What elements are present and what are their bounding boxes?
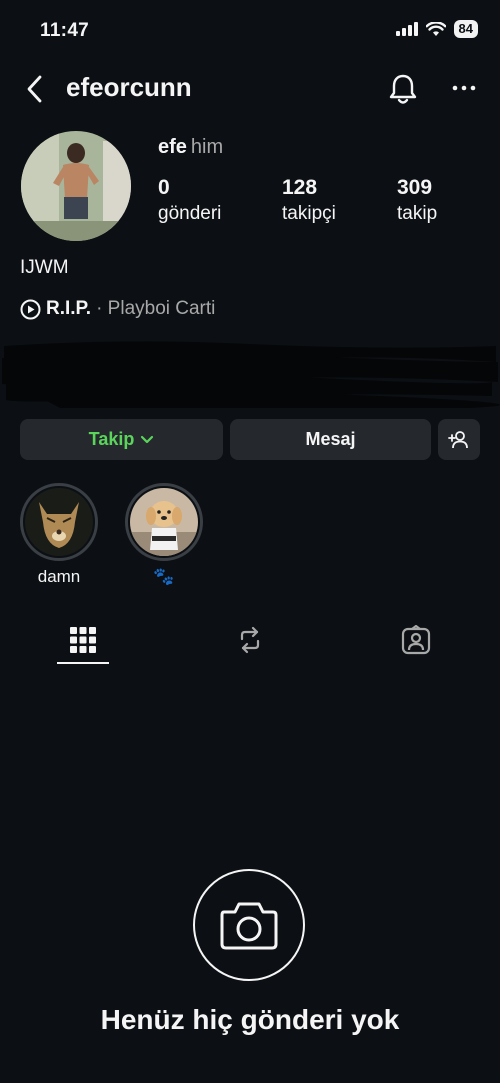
chevron-left-icon[interactable]: [22, 74, 52, 104]
tab-tagged[interactable]: [396, 620, 436, 660]
follow-label: Takip: [88, 429, 135, 449]
music-song: R.I.P.: [46, 298, 92, 319]
more-horizontal-icon[interactable]: [450, 78, 478, 98]
profile-music[interactable]: R.I.P. · Playboi Carti: [20, 298, 215, 320]
stat-posts-label: gönderi: [158, 203, 222, 224]
profile-name: efe: [158, 136, 187, 158]
message-button[interactable]: Mesaj: [230, 419, 431, 460]
highlight-label: 🐾: [153, 567, 175, 586]
profile-pronouns: him: [190, 136, 224, 158]
status-time: 11:47: [40, 20, 90, 41]
battery-indicator: 84: [453, 20, 478, 38]
stat-posts-value: 0: [158, 176, 170, 199]
message-label: Mesaj: [305, 429, 356, 449]
profile-username: efeorcunn: [66, 72, 192, 102]
highlight-item[interactable]: damn: [17, 483, 101, 587]
grid-icon: [70, 627, 96, 653]
profile-avatar[interactable]: [21, 131, 131, 241]
redaction-scribble: [2, 341, 500, 408]
stat-followers-label: takipçi: [282, 203, 336, 224]
tab-grid[interactable]: [63, 620, 103, 660]
status-icons: 84: [395, 20, 478, 38]
bell-icon[interactable]: [387, 72, 419, 106]
reels-repost-icon: [240, 626, 260, 654]
play-circle-icon: [20, 299, 41, 319]
chevron-down-icon: [141, 435, 154, 443]
stat-following-value: 309: [397, 176, 433, 199]
highlight-label: damn: [37, 567, 81, 586]
highlight-cover-cougar: [25, 488, 93, 556]
tagged-icon: [401, 625, 431, 655]
highlight-ring: [20, 483, 98, 561]
camera-icon: [220, 902, 278, 950]
empty-camera-circle: [193, 869, 305, 981]
tab-reposts[interactable]: [230, 620, 270, 660]
stat-following[interactable]: 309 takip: [397, 176, 437, 228]
profile-name-row: efe him: [158, 136, 223, 159]
highlight-item[interactable]: 🐾: [122, 483, 206, 587]
highlight-cover-dog: [130, 488, 198, 556]
signal-icon: [395, 22, 418, 36]
follow-button[interactable]: Takip: [20, 419, 223, 460]
empty-state-text: Henüz hiç gönderi yok: [100, 1004, 400, 1035]
profile-bio: IJWM: [20, 257, 69, 278]
add-user-button[interactable]: [438, 419, 480, 460]
stat-followers-value: 128: [282, 176, 318, 199]
stat-followers[interactable]: 128 takipçi: [282, 176, 336, 228]
add-user-icon: [448, 430, 468, 448]
stat-posts[interactable]: 0 gönderi: [158, 176, 221, 228]
highlight-ring: [125, 483, 203, 561]
wifi-icon: [425, 21, 446, 36]
music-artist: · Playboi Carti: [96, 298, 216, 319]
active-tab-indicator: [57, 662, 109, 664]
stat-following-label: takip: [397, 203, 438, 224]
